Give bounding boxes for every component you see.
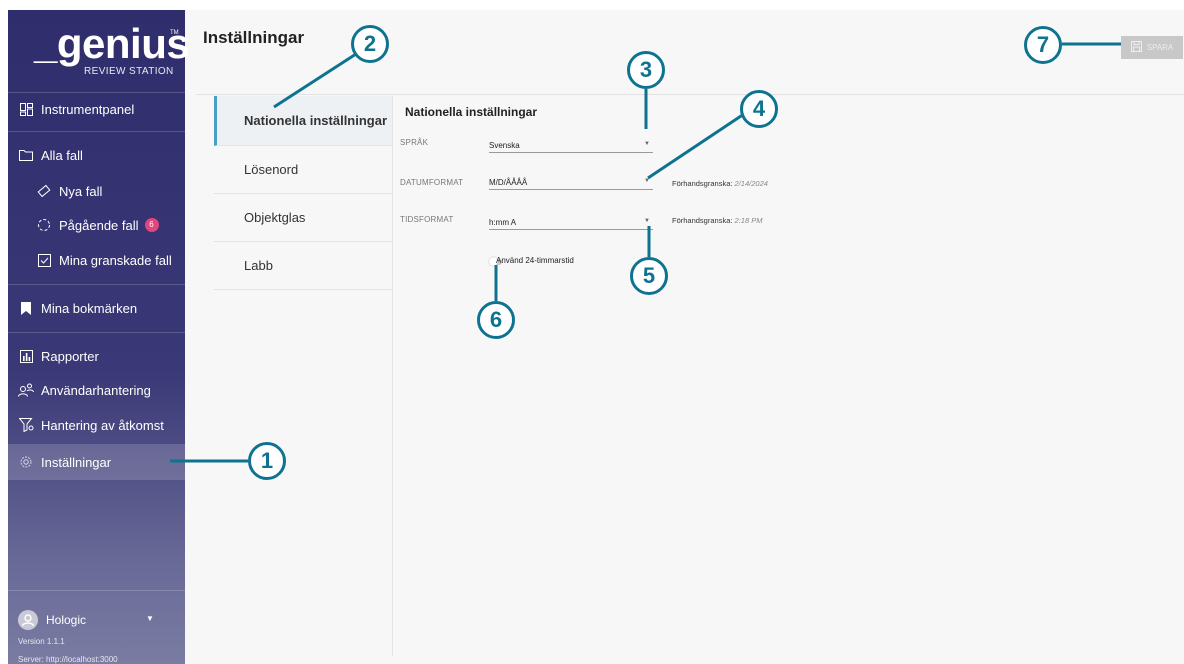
time-format-value: h:mm A — [489, 218, 517, 227]
header-divider — [196, 94, 1184, 95]
callout-7: 7 — [1024, 26, 1062, 64]
user-menu[interactable]: Hologic ▼ — [18, 610, 154, 630]
avatar-icon — [18, 610, 38, 630]
sidebar-item-rapporter[interactable]: Rapporter — [8, 339, 185, 373]
logo-trademark: TM — [170, 30, 179, 36]
callout-2: 2 — [351, 25, 389, 63]
sidebar-item-mina-bokmarken[interactable]: Mina bokmärken — [8, 291, 185, 325]
slide-icon — [36, 183, 52, 199]
page-title: Inställningar — [203, 28, 305, 47]
sidebar-item-label: Pågående fall — [59, 217, 139, 233]
time-format-label: TIDSFORMAT — [400, 215, 454, 224]
sidebar-item-alla-fall[interactable]: Alla fall — [8, 138, 185, 172]
app-window: _genius TM REVIEW STATION Instrumentpane… — [8, 10, 1184, 664]
language-value: Svenska — [489, 141, 520, 150]
callout-6: 6 — [477, 301, 515, 339]
sidebar-item-label: Mina bokmärken — [41, 300, 138, 316]
callout-5: 5 — [630, 257, 668, 295]
sidebar-divider — [8, 590, 185, 591]
server-text: Server: http://localhost:3000 — [18, 655, 118, 664]
logo-wordmark: _genius — [34, 20, 190, 67]
section-title: Nationella inställningar — [405, 105, 538, 119]
dropdown-arrow-icon: ▼ — [644, 218, 650, 224]
bookmark-icon — [18, 300, 34, 316]
sidebar-divider — [8, 131, 185, 132]
preview-label: Förhandsgranska: — [672, 179, 733, 188]
tab-label: Nationella inställningar — [244, 113, 388, 128]
preview-value: 2:18 PM — [734, 216, 763, 225]
caret-down-icon[interactable]: ▼ — [146, 614, 154, 623]
tab-label: Labb — [244, 258, 273, 273]
callout-4: 4 — [740, 90, 778, 128]
save-button[interactable]: SPARA — [1121, 36, 1183, 59]
date-format-value: M/D/ÅÅÅÅ — [489, 178, 528, 187]
callout-line-4 — [647, 112, 745, 180]
sidebar-item-nya-fall[interactable]: Nya fall — [8, 174, 185, 208]
callout-3: 3 — [627, 51, 665, 89]
gear-icon — [18, 454, 34, 470]
dropdown-arrow-icon: ▼ — [644, 178, 650, 184]
tab-label: Objektglas — [244, 210, 306, 225]
sidebar-item-anvandarhantering[interactable]: Användarhantering — [8, 373, 185, 407]
genius-logo: _genius TM REVIEW STATION — [34, 20, 190, 80]
sidebar-item-label: Inställningar — [41, 454, 112, 470]
sidebar-item-label: Användarhantering — [41, 382, 151, 398]
sidebar-item-pagaende-fall[interactable]: Pågående fall 6 — [8, 208, 185, 242]
date-format-label: DATUMFORMAT — [400, 178, 464, 187]
users-icon — [18, 382, 34, 398]
tab-label: Lösenord — [244, 162, 299, 177]
report-chart-icon — [18, 348, 34, 364]
sidebar-item-label: Rapporter — [41, 348, 99, 364]
sidebar-divider — [8, 284, 185, 285]
save-button-label: SPARA — [1146, 43, 1174, 52]
access-filter-icon — [18, 417, 34, 433]
sidebar-item-hantering-av-atkomst[interactable]: Hantering av åtkomst — [8, 408, 185, 442]
sidebar-item-label: Mina granskade fall — [59, 252, 172, 268]
user-name: Hologic — [46, 613, 87, 627]
save-disk-icon — [1130, 41, 1142, 54]
language-select[interactable]: Svenska ▼ — [489, 139, 653, 153]
sidebar-item-instrumentpanel[interactable]: Instrumentpanel — [8, 92, 185, 126]
tab-losenord[interactable]: Lösenord — [214, 146, 392, 194]
sidebar-item-installningar[interactable]: Inställningar — [8, 444, 185, 480]
date-preview: Förhandsgranska: 2/14/2024 — [672, 179, 768, 188]
settings-nav: Nationella inställningar Lösenord Objekt… — [214, 96, 392, 290]
callout-1: 1 — [248, 442, 286, 480]
dashboard-icon — [18, 101, 34, 117]
time-format-select[interactable]: h:mm A ▼ — [489, 216, 653, 230]
checkbox-icon — [36, 252, 52, 268]
sidebar-item-label: Nya fall — [59, 183, 103, 199]
sidebar-item-label: Instrumentpanel — [41, 101, 135, 117]
tab-labb[interactable]: Labb — [214, 242, 392, 290]
sidebar: _genius TM REVIEW STATION Instrumentpane… — [8, 10, 190, 664]
preview-value: 2/14/2024 — [734, 179, 768, 188]
language-label: SPRÅK — [400, 138, 429, 147]
dropdown-arrow-icon: ▼ — [644, 141, 650, 147]
time-preview: Förhandsgranska: 2:18 PM — [672, 216, 762, 225]
use-24h-label: Använd 24-timmarstid — [496, 256, 574, 265]
sidebar-item-label: Alla fall — [41, 147, 83, 163]
count-badge: 6 — [144, 218, 159, 232]
date-format-select[interactable]: M/D/ÅÅÅÅ ▼ — [489, 176, 653, 190]
sidebar-divider — [8, 332, 185, 333]
preview-label: Förhandsgranska: — [672, 216, 733, 225]
tab-nationella-installningar[interactable]: Nationella inställningar — [214, 96, 392, 146]
logo-subtitle: REVIEW STATION — [84, 66, 174, 77]
sidebar-item-label: Hantering av åtkomst — [41, 417, 164, 433]
progress-circle-icon — [36, 217, 52, 233]
sidebar-item-mina-granskade-fall[interactable]: Mina granskade fall — [8, 243, 185, 277]
tab-objektglas[interactable]: Objektglas — [214, 194, 392, 242]
folder-icon — [18, 147, 34, 163]
version-text: Version 1.1.1 — [18, 637, 65, 646]
content-divider — [392, 96, 393, 656]
